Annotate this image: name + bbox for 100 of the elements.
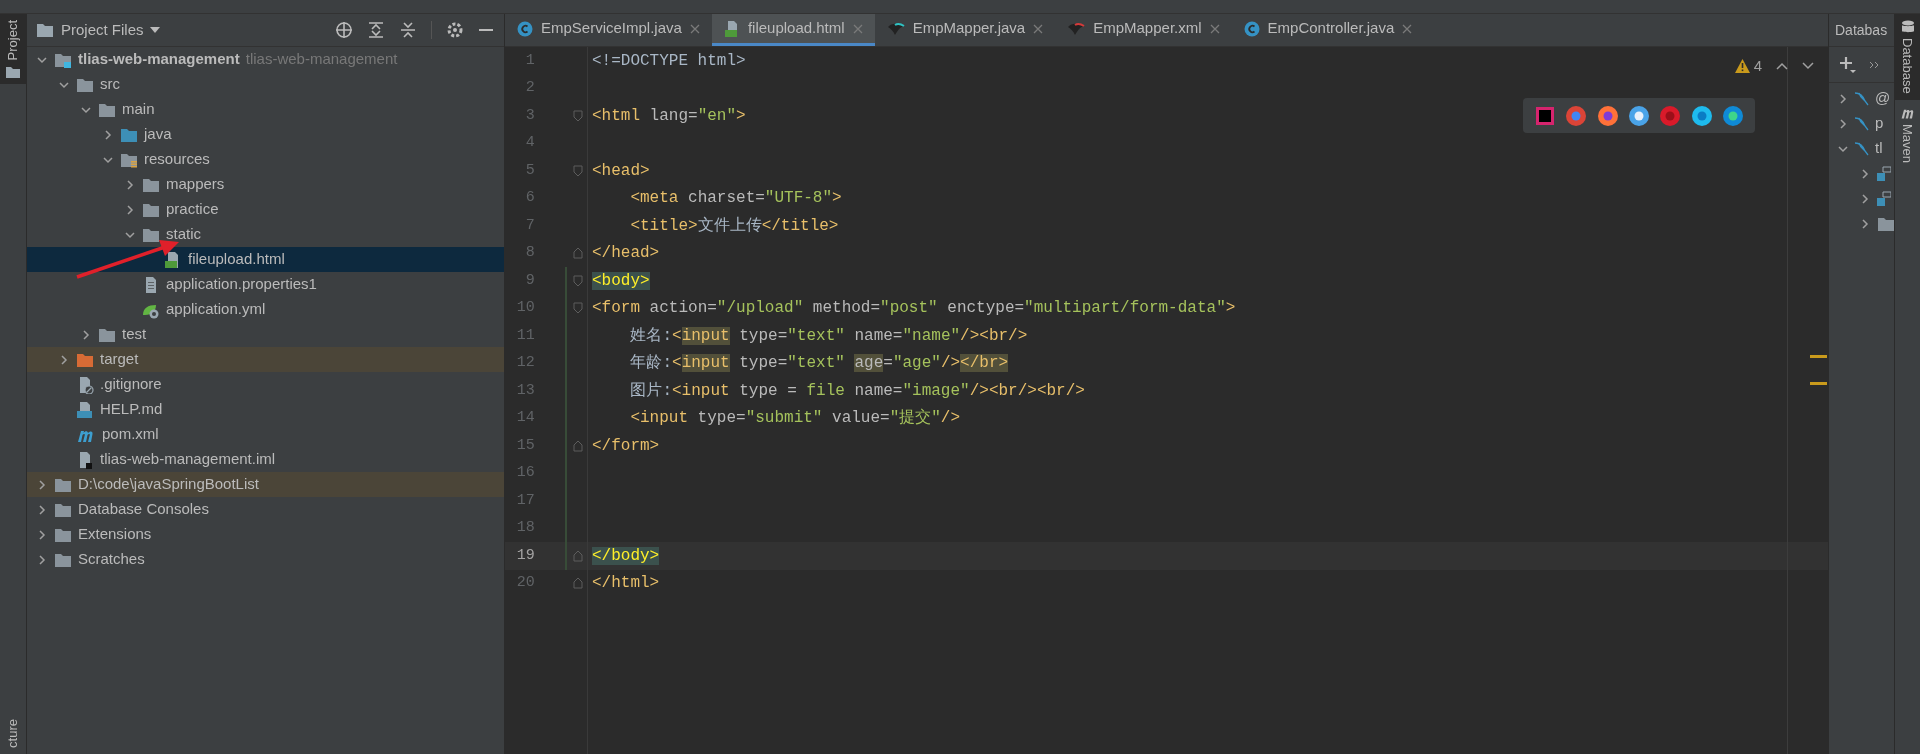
more-icon[interactable] — [1869, 59, 1881, 70]
tree-item[interactable]: mappers — [27, 172, 504, 197]
tree-item[interactable]: target — [27, 347, 504, 372]
chevron-right-icon[interactable] — [124, 203, 136, 216]
tool-window-tab[interactable]: Maven — [1895, 99, 1920, 169]
crosshair-icon[interactable] — [335, 21, 353, 39]
line-number: 17 — [515, 490, 535, 511]
fold-icon[interactable] — [572, 439, 583, 452]
tree-item-label: pom.xml — [102, 424, 159, 445]
editor-tab[interactable]: EmpServiceImpl.java — [505, 14, 712, 46]
editor-tab[interactable]: EmpMapper.xml — [1055, 14, 1232, 46]
ide-icon[interactable] — [1533, 104, 1556, 127]
folder-icon — [98, 101, 116, 118]
tree-item[interactable]: fileupload.html — [27, 247, 504, 272]
settings-icon[interactable] — [446, 21, 464, 39]
tree-item[interactable]: java — [27, 122, 504, 147]
editor-tab[interactable]: fileupload.html — [711, 14, 875, 46]
collapse-all-icon[interactable] — [399, 21, 417, 39]
tree-item[interactable]: application.yml — [27, 297, 504, 322]
folder-icon — [54, 551, 72, 568]
excluded-folder-icon — [76, 351, 94, 368]
line-number: 10 — [515, 298, 535, 318]
browser-icon[interactable] — [1690, 104, 1713, 127]
folder-icon — [54, 526, 72, 543]
tree-item-label: target — [100, 349, 139, 370]
tree-item-label: application.yml — [166, 299, 266, 320]
tree-item[interactable]: src — [27, 72, 504, 97]
tree-item[interactable]: Extensions — [27, 522, 504, 547]
next-icon[interactable] — [1802, 61, 1814, 72]
tool-window-tab[interactable]: Database — [1895, 14, 1920, 100]
tree-item[interactable]: test — [27, 322, 504, 347]
chevron-right-icon[interactable] — [124, 178, 136, 191]
tree-item-label: test — [122, 324, 147, 345]
chevron-right-icon[interactable] — [1859, 217, 1871, 230]
tree-item[interactable]: main — [27, 97, 504, 122]
panel-title[interactable]: Project Files — [61, 18, 144, 42]
tree-item[interactable]: tlias-web-management.iml — [27, 447, 504, 472]
fold-icon[interactable] — [572, 577, 583, 590]
fold-icon[interactable] — [572, 274, 583, 287]
browser-icon[interactable] — [1565, 104, 1588, 127]
code-line: 图片:<input type = file name="image"/><br/><br/> — [629, 380, 1085, 402]
close-icon[interactable] — [689, 23, 700, 34]
folder-icon — [142, 176, 160, 193]
tree-item-label: mappers — [166, 174, 225, 195]
chevron-right-icon[interactable] — [36, 528, 48, 541]
browser-icon[interactable] — [1722, 104, 1745, 127]
html-file-icon — [723, 20, 740, 37]
line-number: 9 — [524, 270, 535, 291]
tree-item[interactable]: application.properties1 — [27, 272, 504, 297]
chevron-right-icon[interactable] — [58, 353, 70, 366]
close-icon[interactable] — [1209, 23, 1220, 34]
fold-icon[interactable] — [572, 302, 583, 315]
tree-item[interactable]: tl — [1829, 136, 1894, 161]
folder-icon — [54, 501, 72, 518]
close-icon[interactable] — [1033, 23, 1044, 34]
previous-icon[interactable] — [1776, 61, 1788, 72]
tree-item[interactable]: pom.xml — [27, 422, 504, 447]
add-icon[interactable] — [1839, 55, 1857, 74]
tree-item-label: application.properties1 — [166, 274, 317, 295]
chevron-right-icon[interactable] — [1859, 167, 1871, 180]
fold-icon[interactable] — [572, 247, 583, 260]
expand-all-icon[interactable] — [367, 21, 385, 39]
chevron-right-icon[interactable] — [36, 503, 48, 516]
browser-icon[interactable] — [1596, 104, 1619, 127]
chevron-right-icon[interactable] — [102, 128, 114, 141]
chevron-right-icon[interactable] — [36, 553, 48, 566]
tree-item[interactable]: practice — [27, 197, 504, 222]
chevron-right-icon[interactable] — [1859, 192, 1871, 205]
tree-item-label: tlias-web-management.iml — [100, 449, 276, 470]
caret-icon[interactable] — [149, 26, 160, 34]
tree-item-label: Extensions — [78, 524, 152, 545]
tree-item[interactable]: @ — [1829, 86, 1894, 111]
chevron-right-icon[interactable] — [80, 328, 92, 341]
close-icon[interactable] — [1402, 23, 1413, 34]
fold-icon[interactable] — [572, 164, 583, 177]
tree-item[interactable]: resources — [27, 147, 504, 172]
folder-icon — [6, 66, 20, 79]
tree-item-label: practice — [166, 199, 219, 220]
warning-count[interactable]: 4 — [1734, 55, 1762, 78]
editor-tab[interactable]: EmpController.java — [1231, 14, 1425, 46]
tree-item[interactable]: HELP.md — [27, 397, 504, 422]
tree-item-label: D:\code\javaSpringBootList — [78, 474, 259, 495]
tree-item[interactable]: tlias-web-management tlias-web-management — [27, 47, 504, 72]
chevron-right-icon[interactable] — [36, 478, 48, 491]
tree-item[interactable]: p — [1829, 111, 1894, 136]
line-number: 6 — [524, 188, 535, 208]
chevron-right-icon[interactable] — [1837, 117, 1849, 130]
tool-window-tab[interactable]: Project — [0, 14, 26, 85]
editor-tab[interactable]: EmpMapper.java — [874, 14, 1056, 46]
fold-icon[interactable] — [572, 109, 583, 122]
chevron-right-icon[interactable] — [1837, 92, 1849, 105]
tool-window-tab[interactable]: cture — [0, 713, 26, 754]
tree-item[interactable]: .gitignore — [27, 372, 504, 397]
schema-icon — [1877, 165, 1891, 182]
tree-item[interactable]: static — [27, 222, 504, 247]
tree-item[interactable]: Database Consoles — [27, 497, 504, 522]
tree-item-label: src — [100, 74, 120, 95]
code-line: <input type="submit" value="提交"/> — [629, 407, 961, 430]
tree-item[interactable]: Scratches — [27, 547, 504, 572]
tree-item[interactable]: D:\code\javaSpringBootList — [27, 472, 504, 497]
